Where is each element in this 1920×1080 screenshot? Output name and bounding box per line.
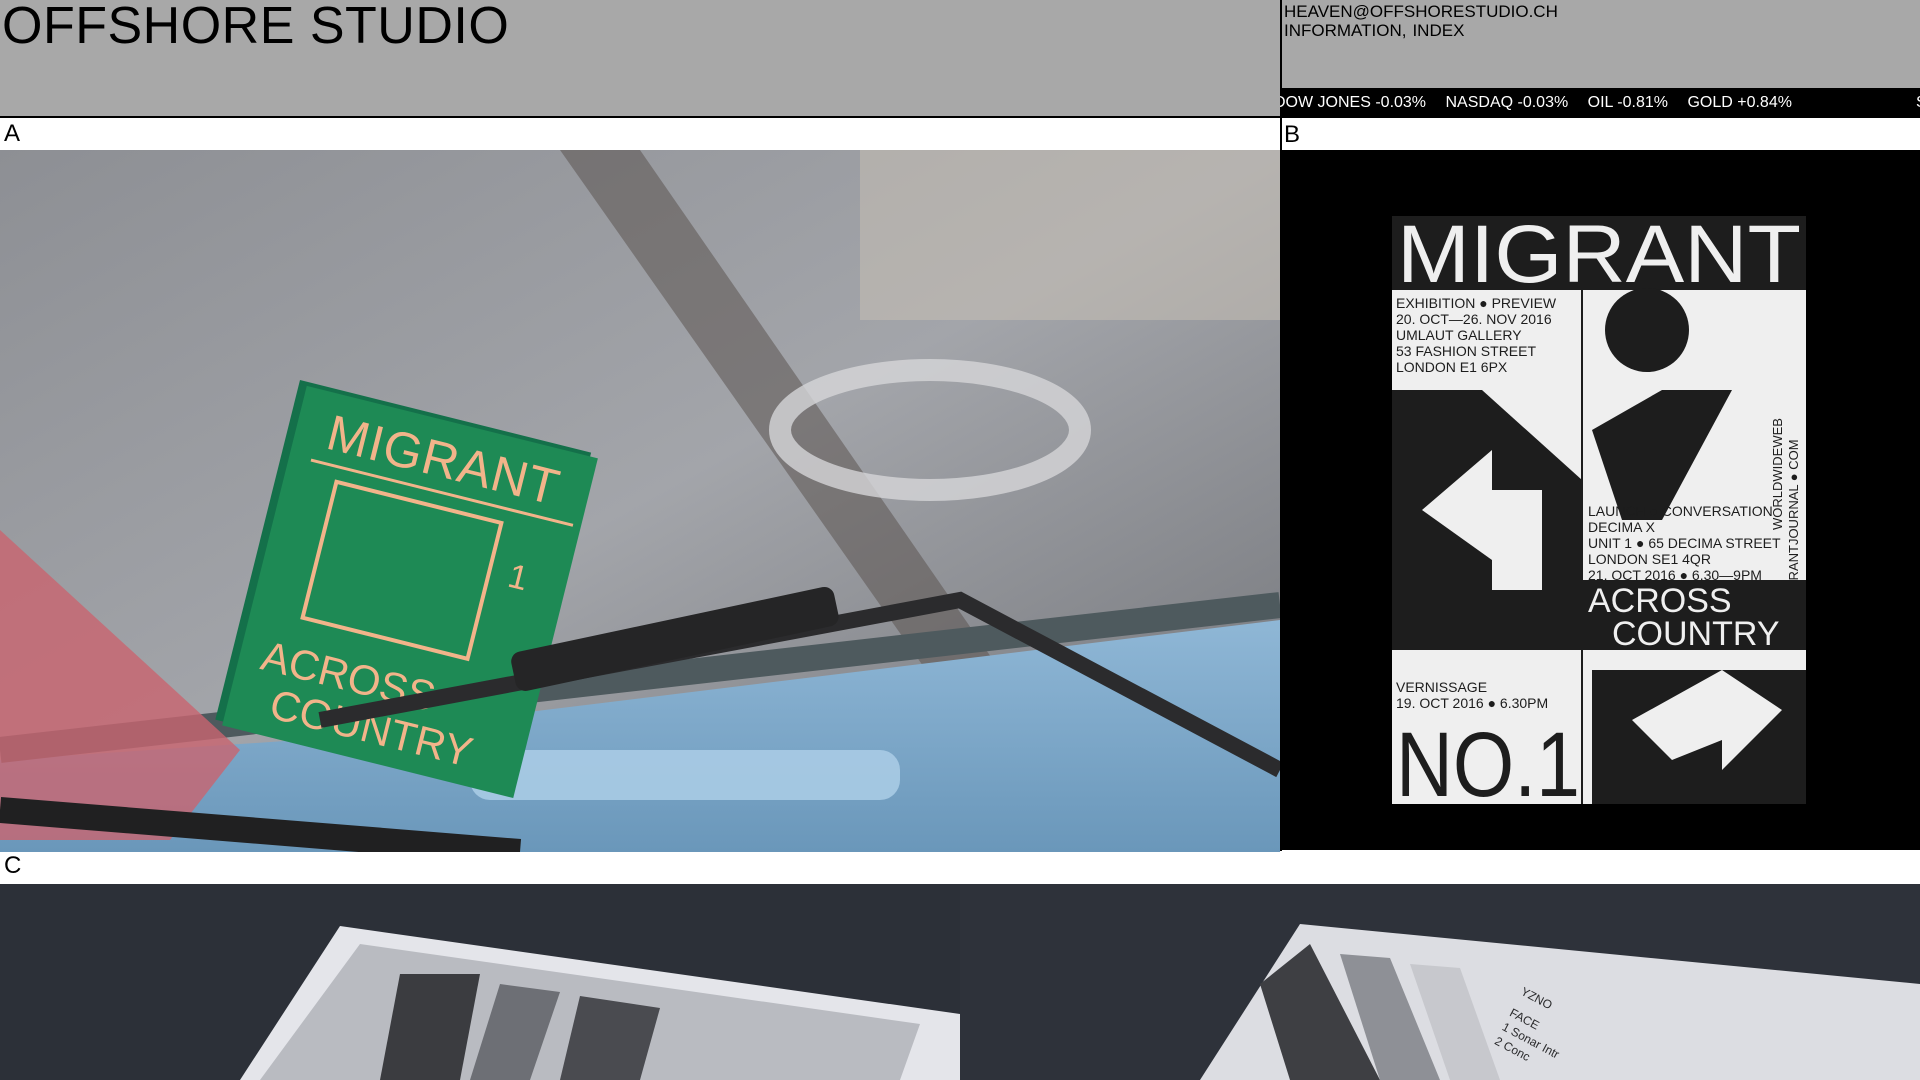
- poster-ex-line-4: 53 FASHION STREET: [1396, 343, 1536, 359]
- poster-issue-number: NO.1: [1396, 714, 1580, 816]
- poster-ex-line-2: 20. OCT—26. NOV 2016: [1396, 311, 1552, 327]
- migrant-poster: MIGRANT EXHIBITION ● PREVIEW 20. OCT—26.…: [1392, 209, 1806, 816]
- stock-ticker: DOW JONES -0.03% NASDAQ -0.03% OIL -0.81…: [1280, 88, 1920, 118]
- ticker-item-next: S: [1916, 88, 1920, 118]
- poster-launch-line-1: LAUNCH ● CONVERSATION: [1588, 503, 1773, 519]
- site-title-link[interactable]: OFFSHORE STUDIO: [2, 0, 509, 54]
- poster-country: COUNTRY: [1612, 615, 1780, 653]
- poster-vernissage-2: 19. OCT 2016 ● 6.30PM: [1396, 695, 1548, 711]
- book-photo-illustration: MIGRANT 1 ACROSS COUNTRY: [0, 150, 1280, 852]
- project-image-b[interactable]: MIGRANT EXHIBITION ● PREVIEW 20. OCT—26.…: [1282, 150, 1920, 850]
- project-image-a[interactable]: MIGRANT 1 ACROSS COUNTRY: [0, 150, 1280, 852]
- project-image-c-left[interactable]: [0, 884, 960, 1080]
- ticker-item-dow: DOW JONES -0.03%: [1280, 94, 1427, 111]
- nav-information-link[interactable]: INFORMATION,: [1284, 21, 1406, 40]
- ticker-item-gold: GOLD +0.84%: [1687, 94, 1792, 111]
- section-label-a: A: [4, 120, 21, 147]
- project-image-c-right[interactable]: YZNO FACE 1 Sonar Intr 2 Conc: [960, 884, 1920, 1080]
- poster-title: MIGRANT: [1397, 209, 1801, 300]
- poster-launch-line-2: DECIMA X: [1588, 519, 1656, 535]
- poster-ex-line-5: LONDON E1 6PX: [1396, 359, 1508, 375]
- email-link[interactable]: HEAVEN@OFFSHORESTUDIO.CH: [1284, 2, 1558, 22]
- poster-launch-line-3: UNIT 1 ● 65 DECIMA STREET: [1588, 535, 1781, 551]
- section-label-c: C: [4, 852, 22, 879]
- ticker-item-nasdaq: NASDAQ -0.03%: [1445, 94, 1569, 111]
- printed-card-photo-left: [240, 926, 960, 1080]
- poster-launch-line-4: LONDON SE1 4QR: [1588, 551, 1711, 567]
- main-nav: INFORMATION, INDEX: [1284, 21, 1470, 41]
- poster-vernissage-1: VERNISSAGE: [1396, 679, 1487, 695]
- poster-side-text-1: WORLDWIDEWEB: [1770, 418, 1785, 530]
- poster-ex-line-1: EXHIBITION ● PREVIEW: [1396, 295, 1557, 311]
- poster-ex-line-3: UMLAUT GALLERY: [1396, 327, 1522, 343]
- section-label-b: B: [1284, 121, 1301, 148]
- printed-card-photo-right: YZNO FACE 1 Sonar Intr 2 Conc: [1200, 924, 1920, 1080]
- ticker-item-oil: OIL -0.81%: [1587, 94, 1668, 111]
- nav-index-link[interactable]: INDEX: [1412, 21, 1464, 40]
